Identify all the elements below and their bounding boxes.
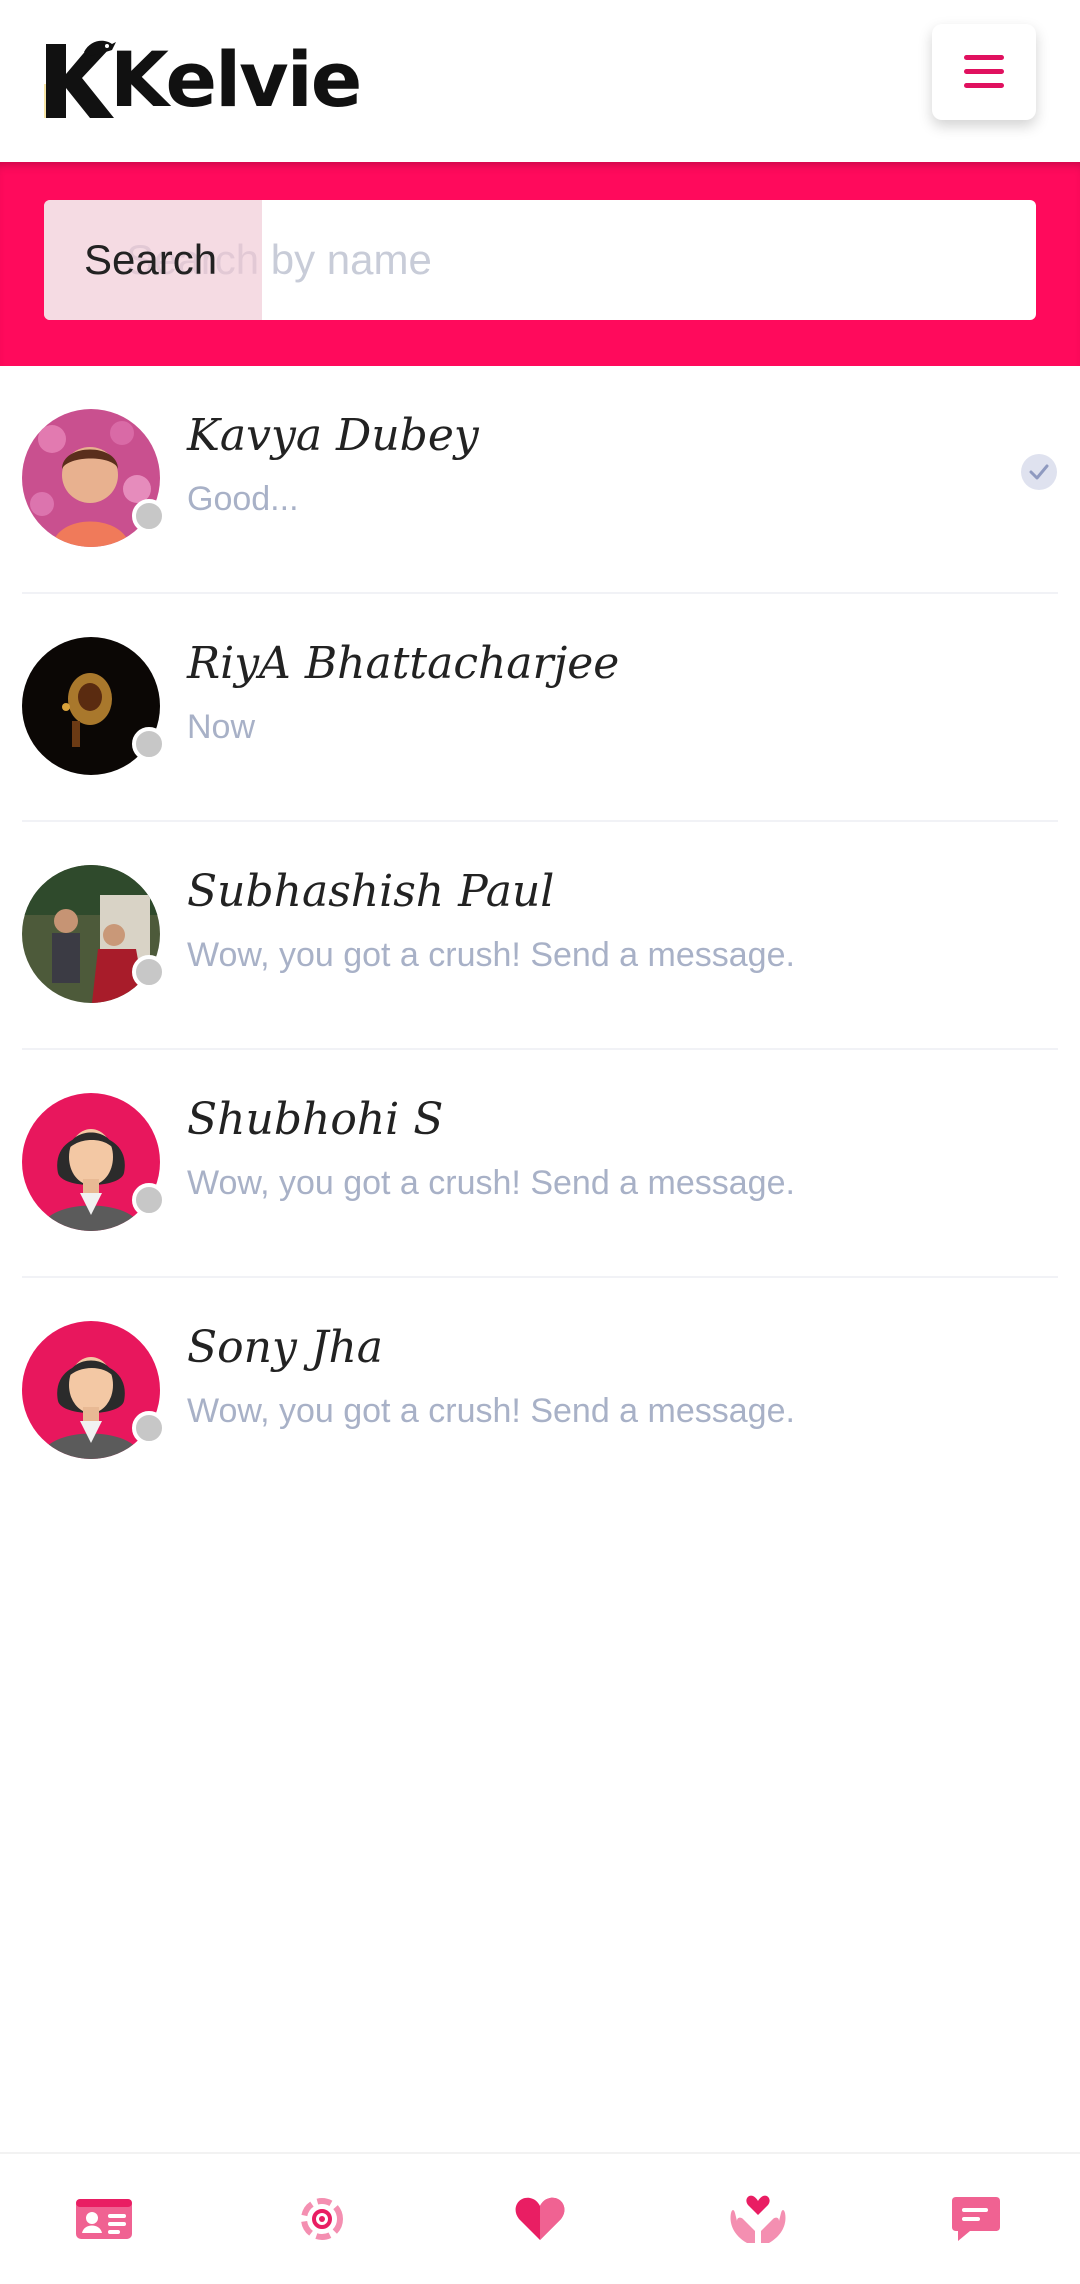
logo-mark [44, 38, 116, 118]
contact-name: Kavya Dubey [187, 410, 479, 461]
search-box[interactable]: Search [44, 200, 1036, 320]
offline-status-dot [132, 955, 166, 989]
message-preview: Good... [187, 480, 299, 518]
offline-status-dot [132, 1183, 166, 1217]
contact-name: Sony Jha [187, 1322, 384, 1373]
kelvie-logo: Kelvie [44, 28, 362, 124]
heart-icon [515, 2197, 565, 2240]
nav-profile[interactable] [66, 2181, 142, 2257]
chat-row[interactable]: RiyA Bhattacharjee Now [22, 594, 1058, 822]
chat-icon [952, 2197, 1000, 2241]
chat-row[interactable]: Subhashish Paul Wow, you got a crush! Se… [22, 822, 1058, 1050]
message-preview: Wow, you got a crush! Send a message. [187, 1164, 795, 1202]
menu-button[interactable] [932, 24, 1036, 120]
message-preview: Wow, you got a crush! Send a message. [187, 936, 795, 974]
nav-discover[interactable] [284, 2181, 360, 2257]
search-bar-section: Search [0, 162, 1080, 366]
profile-card-icon [76, 2199, 132, 2239]
search-label: Search [44, 200, 262, 320]
chat-row[interactable]: Shubhohi S Wow, you got a crush! Send a … [22, 1050, 1058, 1278]
message-preview: Wow, you got a crush! Send a message. [187, 1392, 795, 1430]
contact-name: Subhashish Paul [187, 866, 555, 917]
nav-matches[interactable] [720, 2181, 796, 2257]
chat-list: Kavya Dubey Good... RiyA Bhattacharjee N… [22, 366, 1058, 1506]
offline-status-dot [132, 727, 166, 761]
app-header: Kelvie [0, 0, 1080, 162]
offline-status-dot [132, 1411, 166, 1445]
chat-row[interactable]: Kavya Dubey Good... [22, 366, 1058, 594]
hamburger-menu-icon [964, 55, 1004, 88]
brand-name: Kelvie [110, 35, 362, 124]
discover-icon [301, 2198, 343, 2240]
read-check-icon [1021, 454, 1057, 490]
contact-name: RiyA Bhattacharjee [187, 638, 620, 689]
message-preview: Now [187, 708, 256, 746]
nav-chat[interactable] [938, 2181, 1014, 2257]
offline-status-dot [132, 499, 166, 533]
chat-row[interactable]: Sony Jha Wow, you got a crush! Send a me… [22, 1278, 1058, 1506]
hands-heart-icon [730, 2195, 786, 2243]
contact-name: Shubhohi S [187, 1094, 444, 1145]
nav-likes[interactable] [502, 2181, 578, 2257]
bottom-navigation [0, 2152, 1080, 2284]
